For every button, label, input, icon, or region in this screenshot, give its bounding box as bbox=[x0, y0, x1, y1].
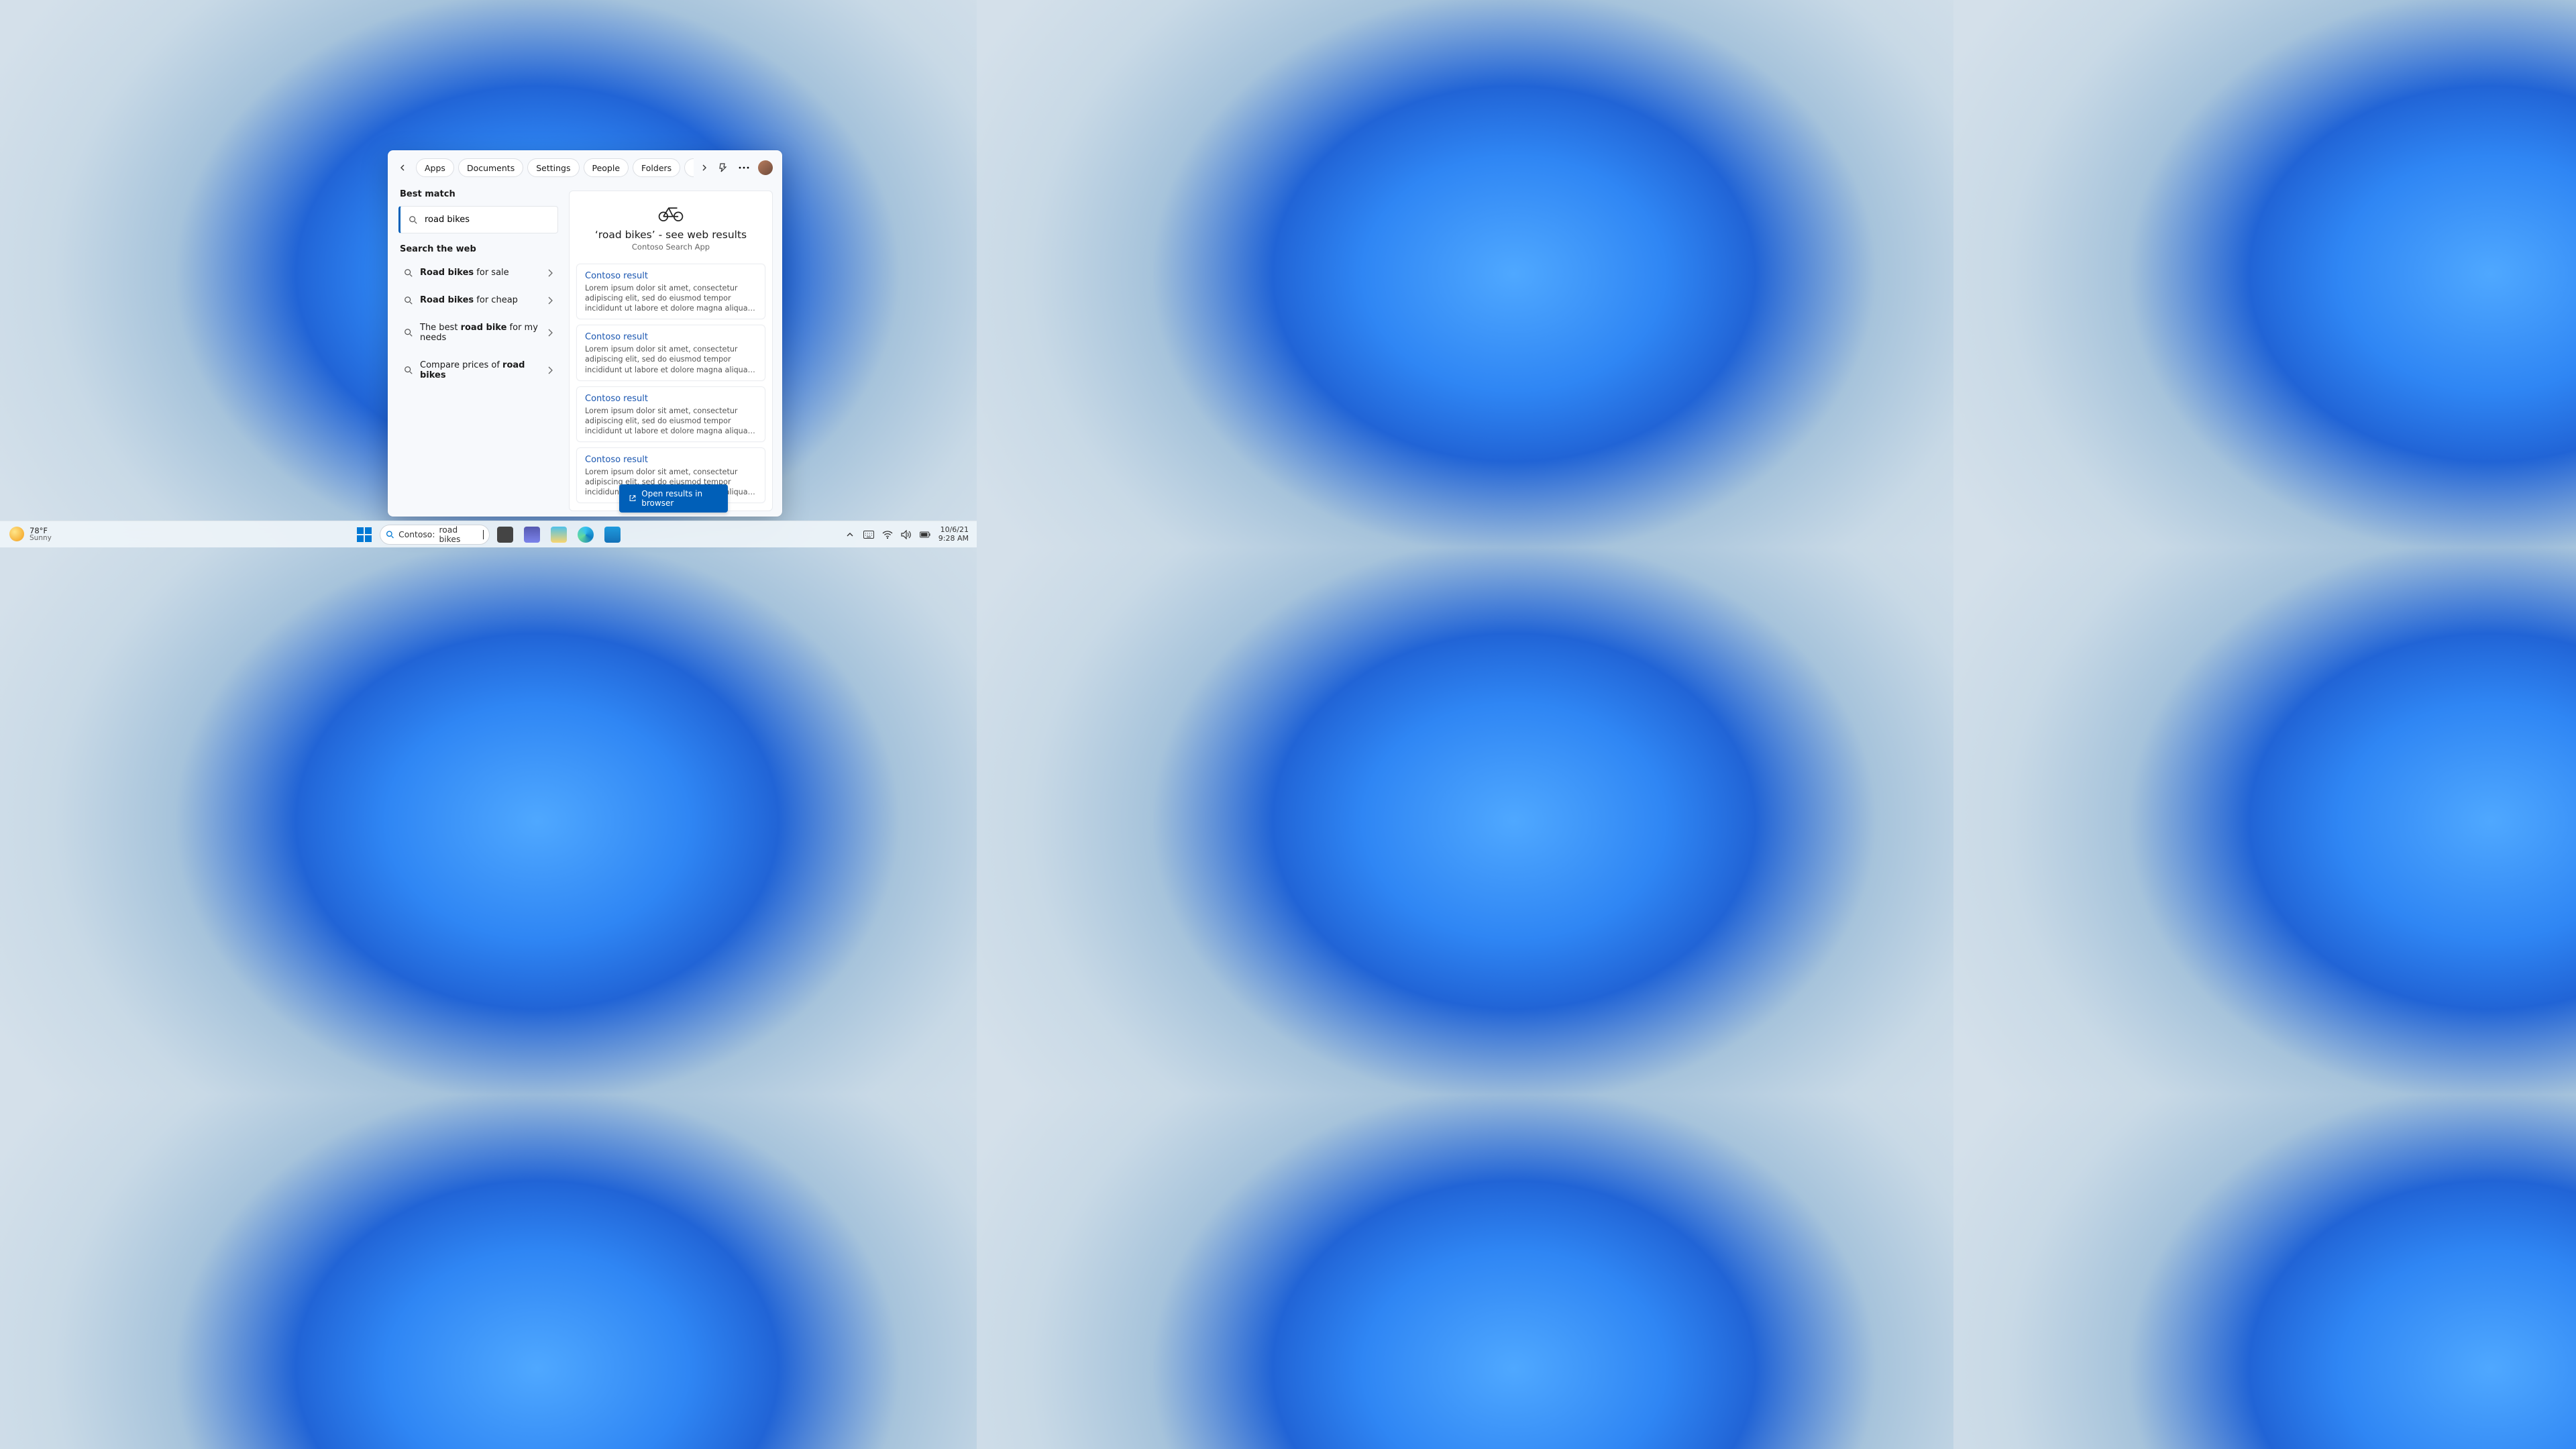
search-icon bbox=[386, 530, 394, 539]
best-match-text: road bikes bbox=[425, 215, 470, 225]
more-options-icon[interactable] bbox=[737, 160, 751, 175]
preview-result[interactable]: Contoso result Lorem ipsum dolor sit ame… bbox=[576, 264, 765, 319]
search-icon bbox=[404, 268, 413, 278]
web-suggestion[interactable]: Road bikes for sale bbox=[398, 261, 558, 284]
chevron-left-icon bbox=[399, 164, 406, 171]
keyboard-input-icon[interactable] bbox=[863, 529, 874, 540]
preview-result-list: Contoso result Lorem ipsum dolor sit ame… bbox=[570, 261, 772, 511]
result-body: Lorem ipsum dolor sit amet, consectetur … bbox=[585, 283, 757, 313]
chevron-right-icon bbox=[547, 269, 553, 277]
scroll-right-button[interactable] bbox=[696, 160, 712, 176]
result-body: Lorem ipsum dolor sit amet, consectetur … bbox=[585, 406, 757, 436]
open-external-icon bbox=[629, 494, 636, 503]
filter-pill-settings[interactable]: Settings bbox=[527, 158, 579, 177]
search-icon bbox=[404, 328, 413, 337]
file-explorer-icon bbox=[551, 527, 567, 543]
user-avatar[interactable] bbox=[758, 160, 773, 175]
filter-pill-photos[interactable]: Photos bbox=[684, 158, 694, 177]
filter-pill-row: Apps Documents Settings People Folders P… bbox=[413, 158, 694, 177]
teams-icon bbox=[524, 527, 540, 543]
result-body: Lorem ipsum dolor sit amet, consectetur … bbox=[585, 344, 757, 374]
bicycle-icon bbox=[658, 205, 684, 222]
preview-title: ‘road bikes’ - see web results bbox=[583, 229, 759, 241]
volume-icon[interactable] bbox=[901, 529, 912, 540]
search-query: road bikes bbox=[439, 525, 479, 544]
suggestion-text: Compare prices of road bikes bbox=[420, 360, 541, 380]
weather-sunny-icon bbox=[9, 527, 24, 541]
best-match-item[interactable]: road bikes bbox=[398, 206, 558, 233]
flyout-header: Apps Documents Settings People Folders P… bbox=[388, 150, 782, 185]
store-icon bbox=[604, 527, 621, 543]
best-match-heading: Best match bbox=[400, 189, 558, 199]
taskbar-system-tray: 10/6/21 9:28 AM bbox=[845, 526, 977, 543]
search-icon bbox=[404, 296, 413, 305]
search-icon bbox=[404, 366, 413, 375]
store-button[interactable] bbox=[601, 523, 624, 546]
chevron-right-icon bbox=[701, 164, 708, 171]
search-prefix: Contoso: bbox=[398, 530, 435, 539]
suggestion-text: The best road bike for my needs bbox=[420, 323, 541, 343]
result-title: Contoso result bbox=[585, 455, 757, 465]
start-button[interactable] bbox=[353, 523, 376, 546]
suggestion-text: Road bikes for cheap bbox=[420, 295, 541, 305]
results-preview-column: ‘road bikes’ - see web results Contoso S… bbox=[565, 185, 782, 517]
rewards-icon[interactable] bbox=[715, 160, 730, 175]
taskbar-search-box[interactable]: Contoso: road bikes bbox=[380, 525, 490, 545]
preview-result[interactable]: Contoso result Lorem ipsum dolor sit ame… bbox=[576, 386, 765, 442]
result-title: Contoso result bbox=[585, 271, 757, 281]
suggestion-text: Road bikes for sale bbox=[420, 268, 541, 278]
chevron-right-icon bbox=[547, 329, 553, 337]
battery-icon[interactable] bbox=[920, 529, 930, 540]
filter-pill-documents[interactable]: Documents bbox=[458, 158, 523, 177]
tray-overflow-button[interactable] bbox=[845, 529, 855, 540]
filter-pill-apps[interactable]: Apps bbox=[416, 158, 454, 177]
preview-subtitle: Contoso Search App bbox=[583, 242, 759, 252]
file-explorer-button[interactable] bbox=[547, 523, 570, 546]
web-suggestion[interactable]: Compare prices of road bikes bbox=[398, 354, 558, 387]
weather-condition: Sunny bbox=[30, 535, 52, 542]
wifi-icon[interactable] bbox=[882, 529, 893, 540]
task-view-button[interactable] bbox=[494, 523, 517, 546]
windows-logo-icon bbox=[357, 527, 372, 542]
scroll-left-button[interactable] bbox=[394, 160, 411, 176]
chevron-right-icon bbox=[547, 366, 553, 374]
teams-button[interactable] bbox=[521, 523, 543, 546]
edge-icon bbox=[578, 527, 594, 543]
search-web-heading: Search the web bbox=[400, 244, 558, 254]
web-suggestion[interactable]: The best road bike for my needs bbox=[398, 316, 558, 350]
open-in-browser-button[interactable]: Open results in browser bbox=[619, 484, 728, 513]
preview-result[interactable]: Contoso result Lorem ipsum dolor sit ame… bbox=[576, 325, 765, 380]
taskbar-weather[interactable]: 78°F Sunny bbox=[0, 527, 52, 542]
clock-time: 9:28 AM bbox=[938, 535, 969, 543]
open-in-browser-label: Open results in browser bbox=[641, 489, 718, 508]
search-flyout: Apps Documents Settings People Folders P… bbox=[388, 150, 782, 517]
taskbar-clock[interactable]: 10/6/21 9:28 AM bbox=[938, 526, 969, 543]
result-title: Contoso result bbox=[585, 394, 757, 404]
preview-card: ‘road bikes’ - see web results Contoso S… bbox=[569, 191, 773, 511]
header-action-icons bbox=[715, 160, 773, 175]
taskbar: 78°F Sunny Contoso: road bikes bbox=[0, 521, 977, 547]
clock-date: 10/6/21 bbox=[938, 526, 969, 535]
task-view-icon bbox=[497, 527, 513, 543]
results-left-column: Best match road bikes Search the web Roa… bbox=[388, 185, 565, 517]
taskbar-center: Contoso: road bikes bbox=[353, 523, 624, 546]
result-title: Contoso result bbox=[585, 332, 757, 342]
edge-button[interactable] bbox=[574, 523, 597, 546]
web-suggestion[interactable]: Road bikes for cheap bbox=[398, 288, 558, 312]
text-caret bbox=[483, 530, 484, 539]
filter-pill-people[interactable]: People bbox=[584, 158, 629, 177]
chevron-right-icon bbox=[547, 297, 553, 305]
filter-pill-folders[interactable]: Folders bbox=[633, 158, 680, 177]
search-icon bbox=[409, 215, 418, 225]
